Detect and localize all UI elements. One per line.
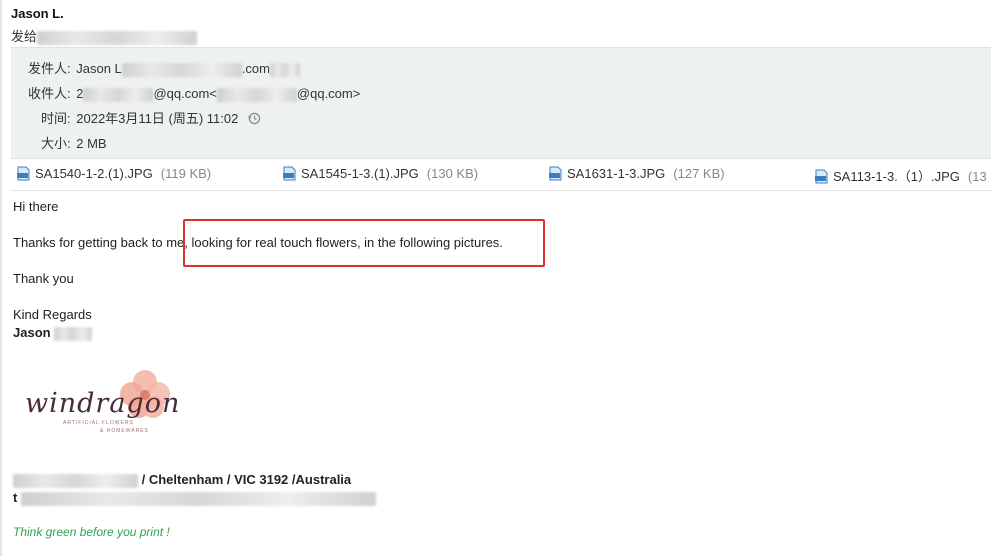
jpg-file-icon [815, 169, 828, 184]
from-value[interactable]: Jason L [76, 61, 122, 76]
attachment-size: (119 KB) [160, 166, 212, 181]
redacted-street [13, 473, 138, 488]
phone-line: t [13, 490, 376, 506]
attachment-item[interactable]: SA1540-1-2.(1).JPG (119 KB) [17, 166, 211, 181]
size-label: 大小: [41, 136, 71, 151]
from-row: 发件人: Jason L .com [28, 58, 300, 77]
mail-header-panel: 发件人: Jason L .com 收件人: 2 @qq.com< @qq.com> … [11, 47, 991, 159]
redacted-to-number [83, 87, 154, 102]
jpg-file-icon [549, 166, 562, 181]
redacted-surname [54, 326, 93, 341]
attachment-item[interactable]: SA1631-1-3.JPG (127 KB) [549, 166, 725, 181]
attachment-name[interactable]: SA1545-1-3.(1).JPG [301, 166, 419, 181]
jpg-file-icon [17, 166, 30, 181]
to-row: 收件人: 2 @qq.com< @qq.com> [28, 83, 360, 102]
attachment-size: (127 KB) [673, 166, 725, 181]
signature-name: Jason [13, 325, 93, 341]
green-print-note: Think green before you print ! [13, 525, 170, 539]
redacted-recipient [37, 30, 198, 45]
to-value-mid[interactable]: @qq.com< [153, 86, 216, 101]
time-row: 时间: 2022年3月11日 (周五) 11:02 [41, 108, 261, 127]
to-label: 收件人: [28, 86, 71, 101]
redacted-to-email [216, 87, 297, 102]
time-value: 2022年3月11日 (周五) 11:02 [76, 111, 239, 126]
from-label: 发件人: [28, 61, 71, 76]
sender-name: Jason L. [11, 6, 64, 21]
send-to-line: 发给 [11, 26, 198, 45]
redacted-phone [20, 491, 376, 506]
redacted-from-email-end [269, 62, 300, 77]
attachment-name[interactable]: SA1540-1-2.(1).JPG [35, 166, 153, 181]
history-clock-icon[interactable] [248, 112, 261, 125]
logo-subtitle-2: & HOMEWARES [100, 428, 149, 434]
attachment-size: (13 [967, 169, 987, 184]
attachment-size: (130 KB) [426, 166, 479, 181]
greeting-text: Hi there [13, 199, 59, 214]
time-label: 时间: [41, 111, 71, 126]
attachment-item[interactable]: SA1545-1-3.(1).JPG (130 KB) [283, 166, 478, 181]
regards-text: Kind Regards [13, 307, 92, 322]
redacted-from-email [121, 62, 242, 77]
left-border [0, 0, 2, 556]
attachment-bar: SA1540-1-2.(1).JPG (119 KB) SA1545-1-3.(1… [11, 160, 991, 191]
attachment-name[interactable]: SA113-1-3.（1）.JPG [833, 169, 960, 184]
size-value: 2 MB [76, 136, 107, 151]
thank-you-text: Thank you [13, 271, 74, 286]
address-line: / Cheltenham / VIC 3192 /Australia [13, 472, 351, 488]
attachment-item[interactable]: SA113-1-3.（1）.JPG (13 [815, 166, 987, 185]
windragon-logo: windragon ARTIFICIAL FLOWERS & HOMEWARES [20, 368, 200, 440]
to-value-suffix[interactable]: @qq.com> [297, 86, 360, 101]
to-value-prefix: 2 [76, 86, 84, 101]
attachment-name[interactable]: SA1631-1-3.JPG [567, 166, 665, 181]
from-email-tail: .com [241, 61, 270, 76]
highlight-annotation-box [183, 219, 545, 267]
jpg-file-icon [283, 166, 296, 181]
size-row: 大小: 2 MB [41, 133, 107, 152]
logo-subtitle: ARTIFICIAL FLOWERS [63, 420, 134, 426]
logo-wordmark: windragon [25, 388, 181, 419]
